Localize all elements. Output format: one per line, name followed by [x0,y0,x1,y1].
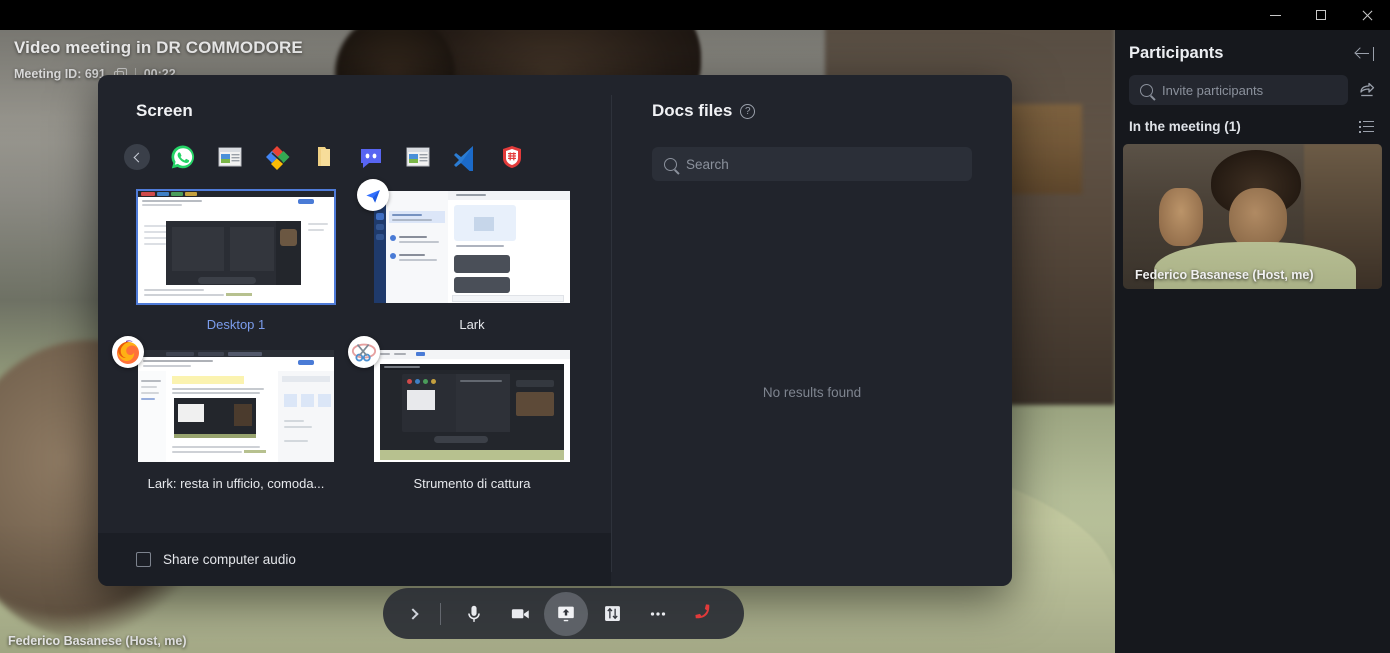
participants-panel: Participants Invite participants In the … [1115,30,1390,653]
divider [440,602,441,625]
ellipsis-icon [650,611,666,616]
thumbnail-preview-desktop[interactable] [136,189,336,305]
whatsapp-icon[interactable] [169,143,197,171]
collapse-panel-icon[interactable] [1356,46,1374,61]
settings-levels-button[interactable] [590,592,634,636]
share-audio-footer: Share computer audio [98,533,611,586]
camera-button[interactable] [498,592,542,636]
docs-pane-title: Docs files [652,101,733,120]
screen-pane-title: Screen [136,101,193,120]
leave-button[interactable] [682,592,728,636]
participants-header: Participants [1115,30,1390,63]
share-computer-audio-label: Share computer audio [163,552,296,567]
screen-thumbnail-grid: Desktop 1 Lark Lark: resta in ufficio, c… [98,171,611,533]
docs-search-input[interactable]: Search [652,147,972,181]
chevron-left-icon[interactable] [124,144,150,170]
participants-title: Participants [1129,44,1224,62]
microphone-button[interactable] [452,592,496,636]
docs-pane-title-row: Docs files ? [612,75,1012,121]
docs-empty-state: No results found [762,385,862,400]
thumbnail-preview-snipping-tool[interactable] [374,350,570,462]
thumbnail-item[interactable]: Desktop 1 [118,189,354,332]
share-screen-icon [558,606,574,621]
thumbnail-item[interactable]: Lark [354,179,590,332]
thumbnail-item[interactable]: Strumento di cattura [348,336,590,491]
window-titlebar [0,0,1390,30]
invite-placeholder: Invite participants [1162,82,1264,98]
thumbnail-item[interactable]: Lark: resta in ufficio, comoda... [112,336,354,491]
share-icon[interactable] [1358,81,1376,99]
search-icon [1140,83,1153,97]
invite-participants-input[interactable]: Invite participants [1129,75,1348,105]
docs-files-pane: Docs files ? Search No results found [612,75,1012,586]
thumbnail-label: Desktop 1 [206,317,266,332]
invite-row: Invite participants [1115,63,1390,105]
in-meeting-section-header: In the meeting (1) [1115,105,1390,134]
chevron-right-icon[interactable] [399,599,429,629]
app-root: Video meeting in DR COMMODORE Meeting ID… [0,0,1390,653]
microphone-icon [468,605,480,622]
share-screen-modal: Screen Desktop 1 Lark Lark: resta in uff… [98,75,1012,586]
thumbnail-label: Lark: resta in ufficio, comoda... [147,476,325,491]
hangup-icon [695,603,710,618]
share-screen-button[interactable] [544,591,588,636]
thumbnail-preview-lark[interactable] [374,191,570,303]
help-icon[interactable]: ? [740,103,756,119]
docs-search-placeholder: Search [686,156,729,172]
shield-icon[interactable] [498,143,526,171]
share-computer-audio-checkbox[interactable] [136,552,151,567]
folder-icon[interactable] [310,143,338,171]
camera-icon [511,609,529,619]
list-view-icon[interactable] [1359,120,1374,133]
meeting-title: Video meeting in DR COMMODORE [14,38,303,57]
thumbnail-preview-lark-article[interactable] [138,350,334,462]
window-close-button[interactable] [1344,0,1390,30]
sliders-icon [604,606,620,621]
app-icon-strip [98,121,611,174]
vscode-icon[interactable] [451,143,479,174]
snipping-tool-icon [348,336,380,368]
window-maximize-button[interactable] [1298,0,1344,30]
meeting-id-label: Meeting ID: 691 [14,67,106,81]
window-icon[interactable] [216,143,244,171]
google-drive-icon[interactable] [263,143,291,171]
firefox-icon [112,336,144,368]
participant-name-label: Federico Basanese (Host, me) [1135,268,1314,282]
window-minimize-button[interactable] [1252,0,1298,30]
screen-share-pane: Screen Desktop 1 Lark Lark: resta in uff… [98,75,611,586]
meeting-toolbar [383,588,744,639]
participant-video-tile[interactable]: Federico Basanese (Host, me) [1123,144,1382,289]
lark-icon [357,179,389,211]
search-icon [664,157,677,171]
in-meeting-label: In the meeting (1) [1129,119,1241,134]
thumbnail-row: Lark: resta in ufficio, comoda... Strume… [98,336,611,491]
self-video-name-label: Federico Basanese (Host, me) [8,634,187,648]
thumbnail-label: Strumento di cattura [413,476,531,491]
more-button[interactable] [636,592,680,636]
thumbnail-label: Lark [459,317,485,332]
thumbnail-row: Desktop 1 Lark [98,179,611,332]
discord-icon[interactable] [357,143,385,171]
window-icon-2[interactable] [404,143,432,171]
